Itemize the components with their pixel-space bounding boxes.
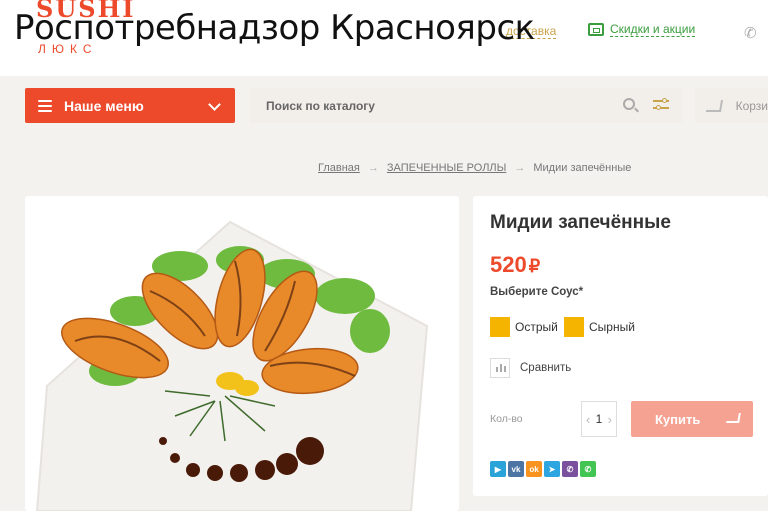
hamburger-icon [38,99,52,112]
arrow-right-icon: → [367,162,379,174]
breadcrumb-current: Мидии запечённые [533,162,632,174]
viber-icon[interactable]: ✆ [562,461,578,477]
whatsapp-icon[interactable]: ✆ [580,461,596,477]
product-title: Мидии запечённые [490,212,671,233]
sauce-option-spicy[interactable]: Острый [490,317,558,337]
share-buttons: ▶ vk ok ➤ ✆ ✆ [490,461,596,477]
bar-chart-icon [490,358,510,378]
currency-symbol: ₽ [528,256,541,276]
product-info-card: Мидии запечённые 520 ₽ Выберите Соус* Ост… [473,196,768,496]
compare-button[interactable]: Сравнить [490,358,571,378]
search-input[interactable] [250,88,610,123]
cart-button[interactable]: Корзи [695,88,768,123]
discounts-link-label: Скидки и акции [610,22,696,37]
sauce-option-label: Сырный [589,320,635,334]
breadcrumb: Главная → ЗАПЕЧЕННЫЕ РОЛЛЫ → Мидии запеч… [318,162,631,174]
buy-button[interactable]: Купить [631,401,753,437]
product-photo [35,220,429,511]
price-value: 520 [490,252,527,277]
overlay-caption: Роспотребнадзор Красноярск [14,8,535,48]
search-bar [250,88,682,123]
sauce-option-label: Острый [515,320,558,334]
buy-button-label: Купить [655,411,701,427]
arrow-right-icon: → [514,162,526,174]
telegram-icon[interactable]: ➤ [544,461,560,477]
increment-button[interactable]: › [608,412,612,427]
ok-icon[interactable]: ok [526,461,542,477]
menu-button-label: Наше меню [64,97,144,114]
sauce-swatch [564,317,584,337]
compare-label: Сравнить [520,362,572,374]
search-icon[interactable] [623,98,635,110]
filter-icon[interactable] [653,98,669,112]
discount-card-icon [588,23,604,36]
cart-icon [726,413,741,423]
sauce-option-cheese[interactable]: Сырный [564,317,635,337]
decrement-button[interactable]: ‹ [586,412,590,427]
chevron-down-icon [208,98,221,111]
sauce-label: Выберите Соус* [490,286,584,298]
breadcrumb-category[interactable]: ЗАПЕЧЕННЫЕ РОЛЛЫ [387,162,507,174]
menu-button[interactable]: Наше меню [25,88,235,123]
quantity-label: Кол-во [490,413,523,425]
product-price: 520 ₽ [490,252,540,278]
phone-icon[interactable]: ✆ [744,24,757,42]
breadcrumb-home[interactable]: Главная [318,162,360,174]
vk-icon[interactable]: vk [508,461,524,477]
sauce-swatch [490,317,510,337]
discounts-link[interactable]: Скидки и акции [588,22,696,37]
quantity-value[interactable]: 1 [596,412,603,426]
cart-icon [705,99,723,112]
share-icon[interactable]: ▶ [490,461,506,477]
quantity-stepper: ‹ 1 › [581,401,617,437]
cart-label: Корзи [735,98,768,113]
product-image-card [25,196,459,511]
